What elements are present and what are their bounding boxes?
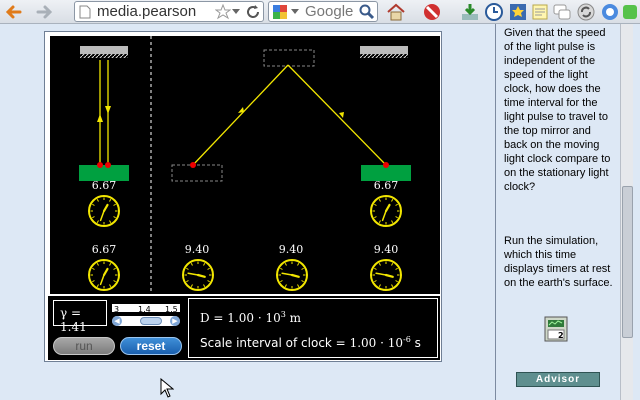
gamma-display: γ = 1.41 xyxy=(53,300,107,334)
advisor-button[interactable]: Advisor xyxy=(516,372,600,387)
stationary-clock-timer: 6.67 xyxy=(91,179,117,192)
moving-clock-dial xyxy=(370,195,402,227)
clock-icon[interactable] xyxy=(484,2,504,22)
earth-timer-2: 9.40 xyxy=(184,243,210,256)
info-panel: D = 1.00 · 103 m Scale interval of clock… xyxy=(188,298,438,358)
light-path-diagonal-up xyxy=(192,64,289,166)
earth-timer-3: 9.40 xyxy=(278,243,304,256)
simulation-canvas: 6.67 6.67 6.67 9.40 9.40 9.40 xyxy=(50,36,440,294)
stationary-photon-b xyxy=(105,162,111,168)
speed-slider[interactable]: 3 1.4 1.5 ◀ ▶ xyxy=(110,296,182,330)
earth-timer-4: 9.40 xyxy=(373,243,399,256)
address-bar[interactable]: media.pearson xyxy=(74,1,264,22)
question-text: Given that the speed of the light pulse … xyxy=(504,27,611,193)
back-icon[interactable] xyxy=(4,2,24,22)
distance-readout: D = 1.00 · 103 m xyxy=(200,310,302,325)
moving-top-mirror-hatch xyxy=(360,54,408,58)
stationary-light-clock xyxy=(79,46,129,181)
search-placeholder: Google xyxy=(305,3,354,20)
slider-right-arrow-icon[interactable]: ▶ xyxy=(170,316,180,326)
earth-clock-dial-4 xyxy=(370,259,402,291)
control-panel: γ = 1.41 3 1.4 1.5 ◀ ▶ run reset D = 1.0… xyxy=(48,296,440,360)
browser-toolbar: media.pearson Google xyxy=(0,0,640,24)
mouse-cursor-icon xyxy=(160,378,174,398)
svg-text:2: 2 xyxy=(558,331,564,340)
menu-icon[interactable] xyxy=(620,2,640,22)
download-icon[interactable] xyxy=(460,2,480,22)
slider-tick-min: 3 xyxy=(114,305,120,314)
light-path-diagonal-down xyxy=(287,64,387,166)
search-engine-dropdown-icon[interactable] xyxy=(290,8,300,16)
instruction-text: Run the simulation, which this time disp… xyxy=(504,235,613,289)
reset-button[interactable]: reset xyxy=(120,337,182,355)
google-icon[interactable] xyxy=(272,4,288,20)
top-mirror-ghost xyxy=(263,49,315,67)
dropdown-arrow-icon[interactable] xyxy=(231,8,241,16)
light-arrow-up xyxy=(97,114,103,122)
page-icon xyxy=(79,5,91,19)
search-icon[interactable] xyxy=(359,4,375,20)
sync-icon[interactable] xyxy=(576,2,596,22)
earth-clock-dial-1 xyxy=(88,259,120,291)
earth-timer-1: 6.67 xyxy=(91,243,117,256)
simulation-frame: 6.67 6.67 6.67 9.40 9.40 9.40 γ = 1.41 3… xyxy=(44,31,442,362)
scrollbar-thumb[interactable] xyxy=(622,186,633,338)
bubbles-icon[interactable] xyxy=(552,2,572,22)
moving-photon xyxy=(383,162,389,168)
start-mirror-ghost xyxy=(171,164,223,182)
slider-left-arrow-icon[interactable]: ◀ xyxy=(112,316,122,326)
start-photon xyxy=(190,162,196,168)
stationary-top-mirror-hatch xyxy=(80,54,128,58)
stationary-top-mirror-base xyxy=(80,46,128,54)
slider-tick-mid: 1.4 xyxy=(138,305,151,314)
earth-clock-dial-2 xyxy=(182,259,214,291)
run-button[interactable]: run xyxy=(53,337,115,355)
slider-thumb[interactable] xyxy=(140,317,162,325)
forward-icon[interactable] xyxy=(34,2,54,22)
scale-interval-readout: Scale interval of clock = 1.00 · 10-6 s xyxy=(200,335,421,350)
star-icon[interactable] xyxy=(508,2,528,22)
stationary-photon-a xyxy=(97,162,103,168)
url-text: media.pearson xyxy=(97,3,197,20)
addon-icon[interactable] xyxy=(600,2,620,22)
scrollbar[interactable] xyxy=(620,24,633,400)
block-icon[interactable] xyxy=(422,2,442,22)
gamma-label: γ = 1.41 xyxy=(60,306,87,334)
diagonal-arrow-up xyxy=(238,107,244,113)
question-panel: Given that the speed of the light pulse … xyxy=(496,24,620,400)
bookmark-star-icon[interactable] xyxy=(215,4,231,20)
moving-top-mirror-base xyxy=(360,46,408,54)
reload-icon[interactable] xyxy=(245,4,261,20)
slider-tick-max: 1.5 xyxy=(165,305,178,314)
notes-icon[interactable] xyxy=(530,2,550,22)
earth-clock-dial-3 xyxy=(276,259,308,291)
home-icon[interactable] xyxy=(386,2,406,22)
moving-light-clock xyxy=(171,46,411,182)
moving-clock-timer: 6.67 xyxy=(373,179,399,192)
calculator-icon[interactable]: 2 xyxy=(544,316,568,342)
light-arrow-down xyxy=(105,106,111,114)
stationary-clock-dial xyxy=(88,195,120,227)
search-bar[interactable]: Google xyxy=(268,1,378,22)
